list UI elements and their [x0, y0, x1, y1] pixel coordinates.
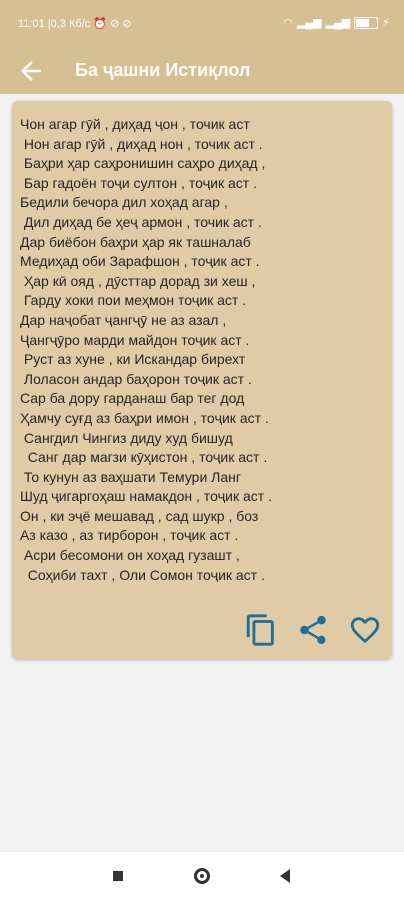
action-bar	[244, 613, 382, 647]
poem-line: Сар ба дору гарданаш бар тег дод	[20, 390, 245, 407]
wifi-icon: ◠	[283, 17, 293, 29]
system-nav-bar	[0, 852, 404, 900]
status-bar: 11:01 |0,3 Кб/с ⏰ ⊘ ⊘ ◠ ▂▄▆ ▂▄▆ 63 ⚡	[0, 0, 404, 48]
app-bar: Ба ҷашни Истиқлол	[0, 48, 404, 94]
square-icon[interactable]	[113, 871, 123, 881]
poem-line: Сангдил Чингиз диду худ бишуд	[20, 429, 233, 446]
poem-line: Санг дар магзи кӯҳистон , тоҷик аст .	[20, 449, 268, 466]
battery-fill	[356, 18, 369, 27]
status-right: ◠ ▂▄▆ ▂▄▆ 63 ⚡	[283, 16, 390, 29]
poem-line: Дар наҷобат ҷангҷӯ не аз азал ,	[20, 311, 227, 328]
circle-icon[interactable]	[194, 868, 210, 884]
poem-line: Руст аз хуне , ки Искандар бирехт	[20, 351, 246, 368]
signal-icon-2: ▂▄▆	[325, 17, 351, 29]
copy-icon[interactable]	[244, 613, 278, 647]
poem-line: Аз казо , аз тирборон , тоҷик аст .	[20, 527, 239, 544]
poem-line: Он , ки эҷё мешавад , сад шукр , боз	[20, 507, 259, 524]
alarm-icon: ⏰	[93, 18, 108, 30]
poem-line: Гарду хоки пои меҳмон тоҷик аст .	[20, 292, 247, 309]
blocked-icon-2: ⊘	[122, 18, 132, 30]
battery-icon	[354, 16, 379, 29]
poem-line: Медиҳад оби Зарафшон , тоҷик аст .	[20, 253, 260, 270]
blocked-icon: ⊘	[110, 18, 120, 30]
poem-line: Бар гадоён тоҷи султон , тоҷик аст .	[20, 174, 257, 191]
poem-line: Бедили бечора дил хоҳад агар ,	[20, 194, 228, 211]
share-icon[interactable]	[296, 613, 330, 647]
arrow-left-icon[interactable]	[16, 56, 46, 86]
charging-icon: ⚡	[382, 17, 390, 29]
poem-line: Ҳамчу суғд аз баҳри имон , тоҷик аст .	[20, 409, 269, 426]
poem-line: Дар биёбон баҳри ҳар як ташналаб	[20, 233, 251, 250]
circle-dot	[200, 874, 204, 878]
poem-line: Лоласон андар баҳорон тоҷик аст .	[20, 370, 252, 387]
page-title: Ба ҷашни Истиқлол	[75, 60, 251, 80]
status-time: 11:01 |0,3 Кб/с ⏰ ⊘ ⊘	[18, 18, 132, 30]
network-speed: 0,3 Кб/с	[50, 18, 91, 30]
heart-icon[interactable]	[348, 613, 382, 647]
poem-line: Нон агар гӯй , диҳад нон , точик аст .	[20, 135, 263, 152]
signal-icon: ▂▄▆	[296, 17, 322, 29]
poem-line: Баҳри ҳар саҳронишин саҳро диҳад ,	[20, 155, 266, 172]
poem-text: Чон агар гӯй , диҳад ҷон , точик аст Нон…	[20, 115, 385, 585]
poem-line: Ҳар кӣ ояд , дӯсттар дорад зи хеш ,	[20, 272, 256, 289]
poem-line: Соҳиби тахт , Оли Сомон тоҷик аст .	[20, 566, 265, 583]
poem-line: Шуд ҷигаргоҳаш намакдон , тоҷик аст .	[20, 488, 272, 505]
poem-line: То кунун аз ваҳшати Темури Ланг	[20, 468, 241, 485]
poem-line: Чон агар гӯй , диҳад ҷон , точик аст	[20, 116, 250, 132]
poem-line: Дил диҳад бе ҳеҷ армон , точик аст .	[20, 213, 262, 230]
time-text: 11:01	[18, 18, 45, 30]
poem-card: Чон агар гӯй , диҳад ҷон , точик аст Нон…	[12, 101, 392, 659]
poem-line: Ҷангҷӯро марди майдон тоҷик аст .	[20, 331, 250, 348]
triangle-back-icon[interactable]	[280, 869, 290, 883]
poem-line: Асри бесомони он хоҳад гузашт ,	[20, 547, 240, 564]
